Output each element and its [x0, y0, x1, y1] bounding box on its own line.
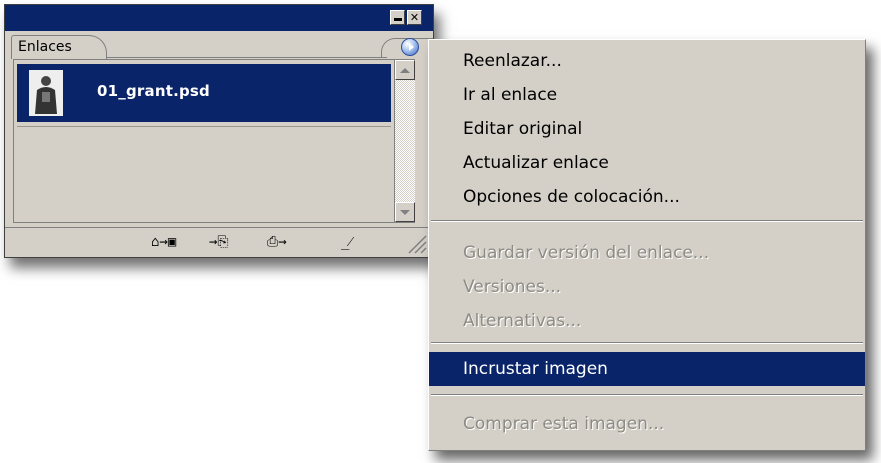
panel-title-bar[interactable]: ✕: [5, 5, 433, 31]
tab-enlaces-label: Enlaces: [18, 39, 72, 55]
panel-toolbar: ⌂→▣ →⎘ ⎙→ _⁄: [5, 227, 433, 257]
scroll-down-button[interactable]: [395, 202, 415, 222]
update-link-button[interactable]: ⎙→: [267, 232, 287, 252]
menu-item-versiones: Versiones...: [463, 277, 562, 297]
tab-enlaces[interactable]: Enlaces: [11, 35, 107, 59]
resize-grip-icon[interactable]: [401, 232, 427, 254]
menu-item-comprar-imagen: Comprar esta imagen...: [463, 414, 665, 434]
minimize-button[interactable]: [390, 10, 405, 25]
menu-item-actualizar-enlace[interactable]: Actualizar enlace: [429, 146, 865, 180]
image-thumbnail-icon: [29, 70, 63, 116]
vertical-scrollbar[interactable]: [395, 59, 415, 223]
close-icon: ✕: [409, 11, 420, 24]
go-to-link-button[interactable]: →⎘: [209, 232, 229, 252]
links-panel: ✕ Enlaces 01_grant.psd ⌂→▣ →⎘ ⎙→ _⁄: [4, 4, 434, 258]
menu-item-reenlazar[interactable]: Reenlazar...: [429, 44, 865, 78]
context-menu: Reenlazar... Ir al enlace Editar origina…: [428, 39, 866, 451]
menu-separator: [431, 394, 863, 396]
list-row-divider: [17, 126, 391, 127]
menu-separator: [431, 342, 863, 344]
relink-button[interactable]: ⌂→▣: [151, 232, 176, 252]
menu-item-incrustar-imagen[interactable]: Incrustar imagen: [429, 352, 865, 386]
menu-item-ir-al-enlace[interactable]: Ir al enlace: [429, 78, 865, 112]
menu-item-guardar-version: Guardar versión del enlace...: [463, 243, 710, 263]
links-list: 01_grant.psd: [13, 59, 395, 223]
edit-original-button[interactable]: _⁄: [341, 232, 352, 252]
menu-separator: [431, 220, 863, 222]
scroll-up-button[interactable]: [395, 60, 415, 80]
panel-tab-row: Enlaces: [5, 31, 433, 59]
panel-menu-button[interactable]: [401, 38, 419, 56]
panel-menu-arrow-icon: [408, 43, 414, 51]
tab-divider: [107, 57, 387, 58]
menu-item-editar-original[interactable]: Editar original: [429, 112, 865, 146]
minimize-icon: [393, 18, 402, 21]
link-row[interactable]: 01_grant.psd: [17, 64, 391, 122]
menu-item-opciones-colocacion[interactable]: Opciones de colocación...: [429, 180, 865, 214]
menu-item-alternativas: Alternativas...: [463, 311, 582, 331]
link-file-name: 01_grant.psd: [97, 82, 210, 100]
arrow-down-icon: [400, 209, 410, 215]
close-button[interactable]: ✕: [407, 10, 422, 25]
arrow-up-icon: [400, 67, 410, 73]
